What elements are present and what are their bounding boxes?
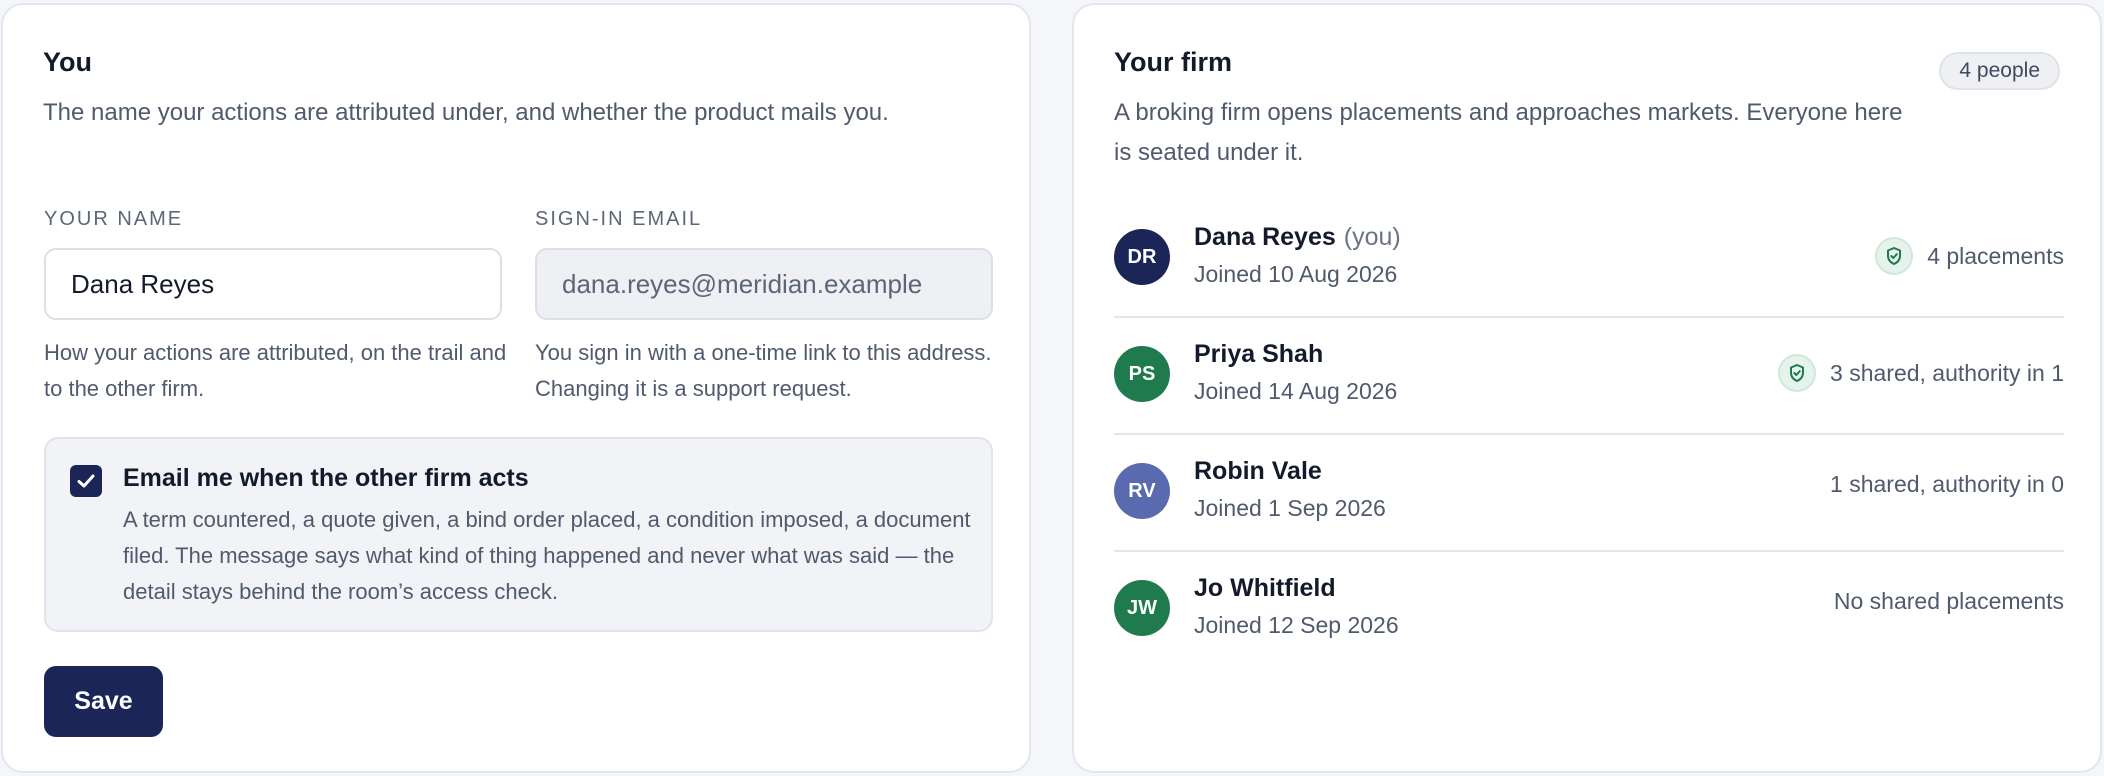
member-row: DR Dana Reyes (you) Joined 10 Aug 2026 4 … — [1114, 201, 2064, 318]
member-name: Jo Whitfield — [1194, 574, 1336, 603]
member-joined: Joined 10 Aug 2026 — [1194, 261, 1398, 287]
avatar: DR — [1114, 229, 1170, 285]
you-description: The name your actions are attributed und… — [43, 99, 889, 126]
email-field: dana.reyes@meridian.example — [535, 248, 993, 320]
avatar: RV — [1114, 463, 1170, 519]
member-row: PS Priya Shah Joined 14 Aug 2026 3 share… — [1114, 318, 2064, 435]
email-label: Sign-in email — [535, 208, 703, 230]
member-summary-text: 4 placements — [1927, 242, 2064, 269]
member-name-text: Robin Vale — [1194, 457, 1322, 485]
member-row: JW Jo Whitfield Joined 12 Sep 2026 No sh… — [1114, 552, 2064, 669]
member-summary: 3 shared, authority in 1 — [1778, 354, 2064, 392]
member-joined: Joined 12 Sep 2026 — [1194, 612, 1399, 638]
member-name-text: Jo Whitfield — [1194, 574, 1336, 602]
name-label: Your name — [44, 208, 184, 230]
firm-description: A broking firm opens placements and appr… — [1114, 99, 1903, 166]
member-summary: 1 shared, authority in 0 — [1830, 471, 2064, 498]
member-summary: No shared placements — [1834, 588, 2064, 615]
member-joined: Joined 14 Aug 2026 — [1194, 378, 1398, 404]
member-list: DR Dana Reyes (you) Joined 10 Aug 2026 4 … — [1114, 201, 2064, 669]
member-row: RV Robin Vale Joined 1 Sep 2026 1 shared… — [1114, 435, 2064, 552]
notify-title[interactable]: Email me when the other firm acts — [123, 464, 529, 493]
email-help: You sign in with a one-time link to this… — [535, 340, 992, 401]
shield-check-icon — [1875, 237, 1914, 275]
checkmark-icon — [77, 474, 95, 488]
member-summary: 4 placements — [1875, 237, 2064, 275]
people-count-badge: 4 people — [1939, 52, 2060, 90]
save-button[interactable]: Save — [44, 666, 163, 737]
you-title: You — [43, 47, 92, 77]
notify-description: A term countered, a quote given, a bind … — [123, 507, 971, 604]
shield-check-icon — [1778, 354, 1817, 392]
member-name: Dana Reyes (you) — [1194, 223, 1401, 252]
you-card: You The name your actions are attributed… — [1, 3, 1031, 773]
notify-checkbox[interactable] — [70, 465, 102, 497]
you-tag: (you) — [1343, 223, 1401, 251]
name-input[interactable]: Dana Reyes — [44, 248, 502, 320]
member-summary-text: No shared placements — [1833, 588, 2064, 614]
email-notification-option: Email me when the other firm acts A term… — [44, 437, 993, 632]
firm-card: Your firm 4 people A broking firm opens … — [1072, 3, 2102, 773]
avatar: JW — [1114, 580, 1170, 636]
member-name-text: Priya Shah — [1194, 340, 1324, 368]
member-name: Robin Vale — [1194, 457, 1322, 486]
member-joined: Joined 1 Sep 2026 — [1194, 495, 1386, 521]
firm-title: Your firm — [1114, 47, 1233, 77]
member-name-text: Dana Reyes — [1194, 223, 1336, 251]
name-help: How your actions are attributed, on the … — [44, 340, 507, 401]
member-name: Priya Shah — [1194, 340, 1323, 369]
member-summary-text: 3 shared, authority in 1 — [1830, 359, 2064, 386]
avatar: PS — [1114, 346, 1170, 402]
member-summary-text: 1 shared, authority in 0 — [1830, 471, 2064, 497]
